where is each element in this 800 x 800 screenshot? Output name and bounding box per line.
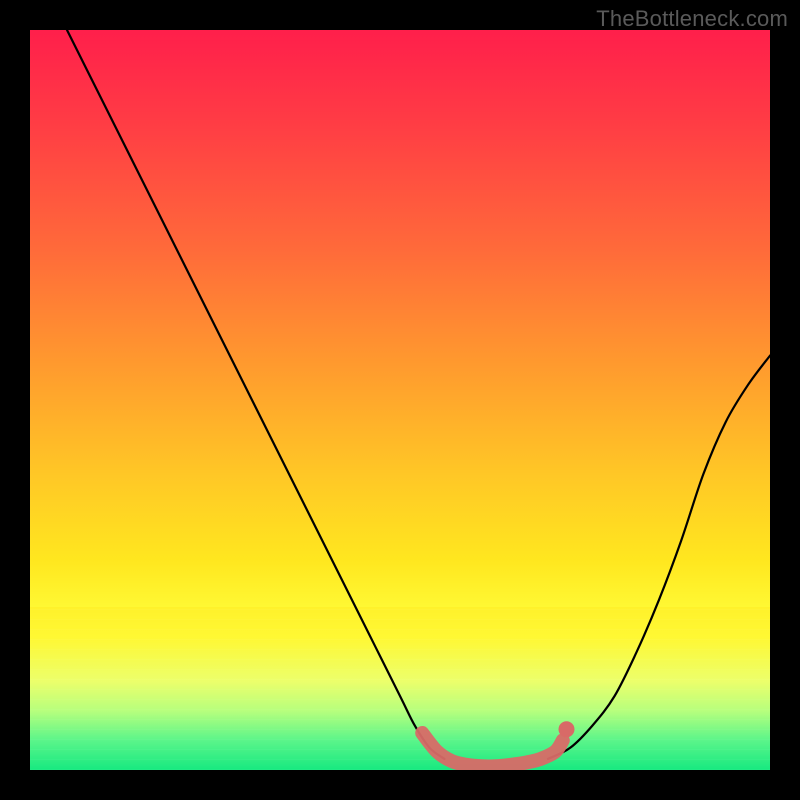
watermark-text: TheBottleneck.com bbox=[596, 6, 788, 32]
curve-layer bbox=[30, 30, 770, 770]
series-right-branch bbox=[548, 356, 770, 759]
series-valley-accent bbox=[422, 733, 563, 766]
plot-area bbox=[30, 30, 770, 770]
chart-frame: TheBottleneck.com bbox=[0, 0, 800, 800]
accent-end-dot bbox=[559, 721, 575, 737]
series-left-branch bbox=[67, 30, 444, 759]
